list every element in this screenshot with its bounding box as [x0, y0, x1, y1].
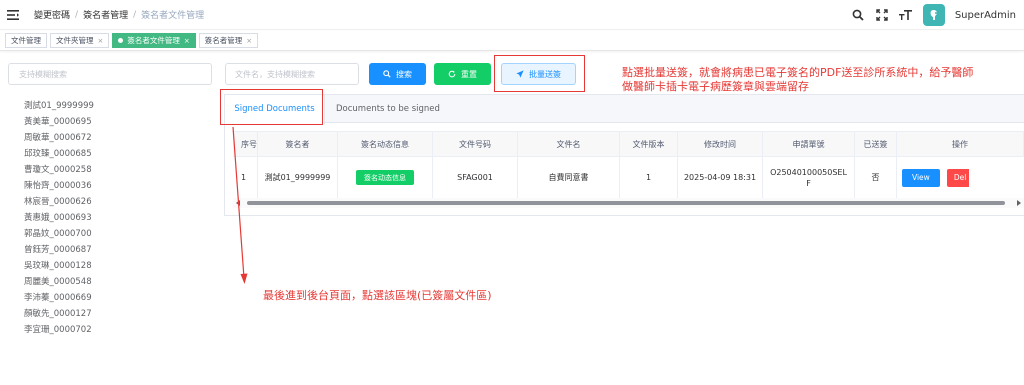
arrow-icon	[232, 126, 248, 284]
page: 變更密碼 / 簽名者管理 / 簽名者文件管理 SuperAdmin 文件管理 文…	[0, 0, 1024, 385]
